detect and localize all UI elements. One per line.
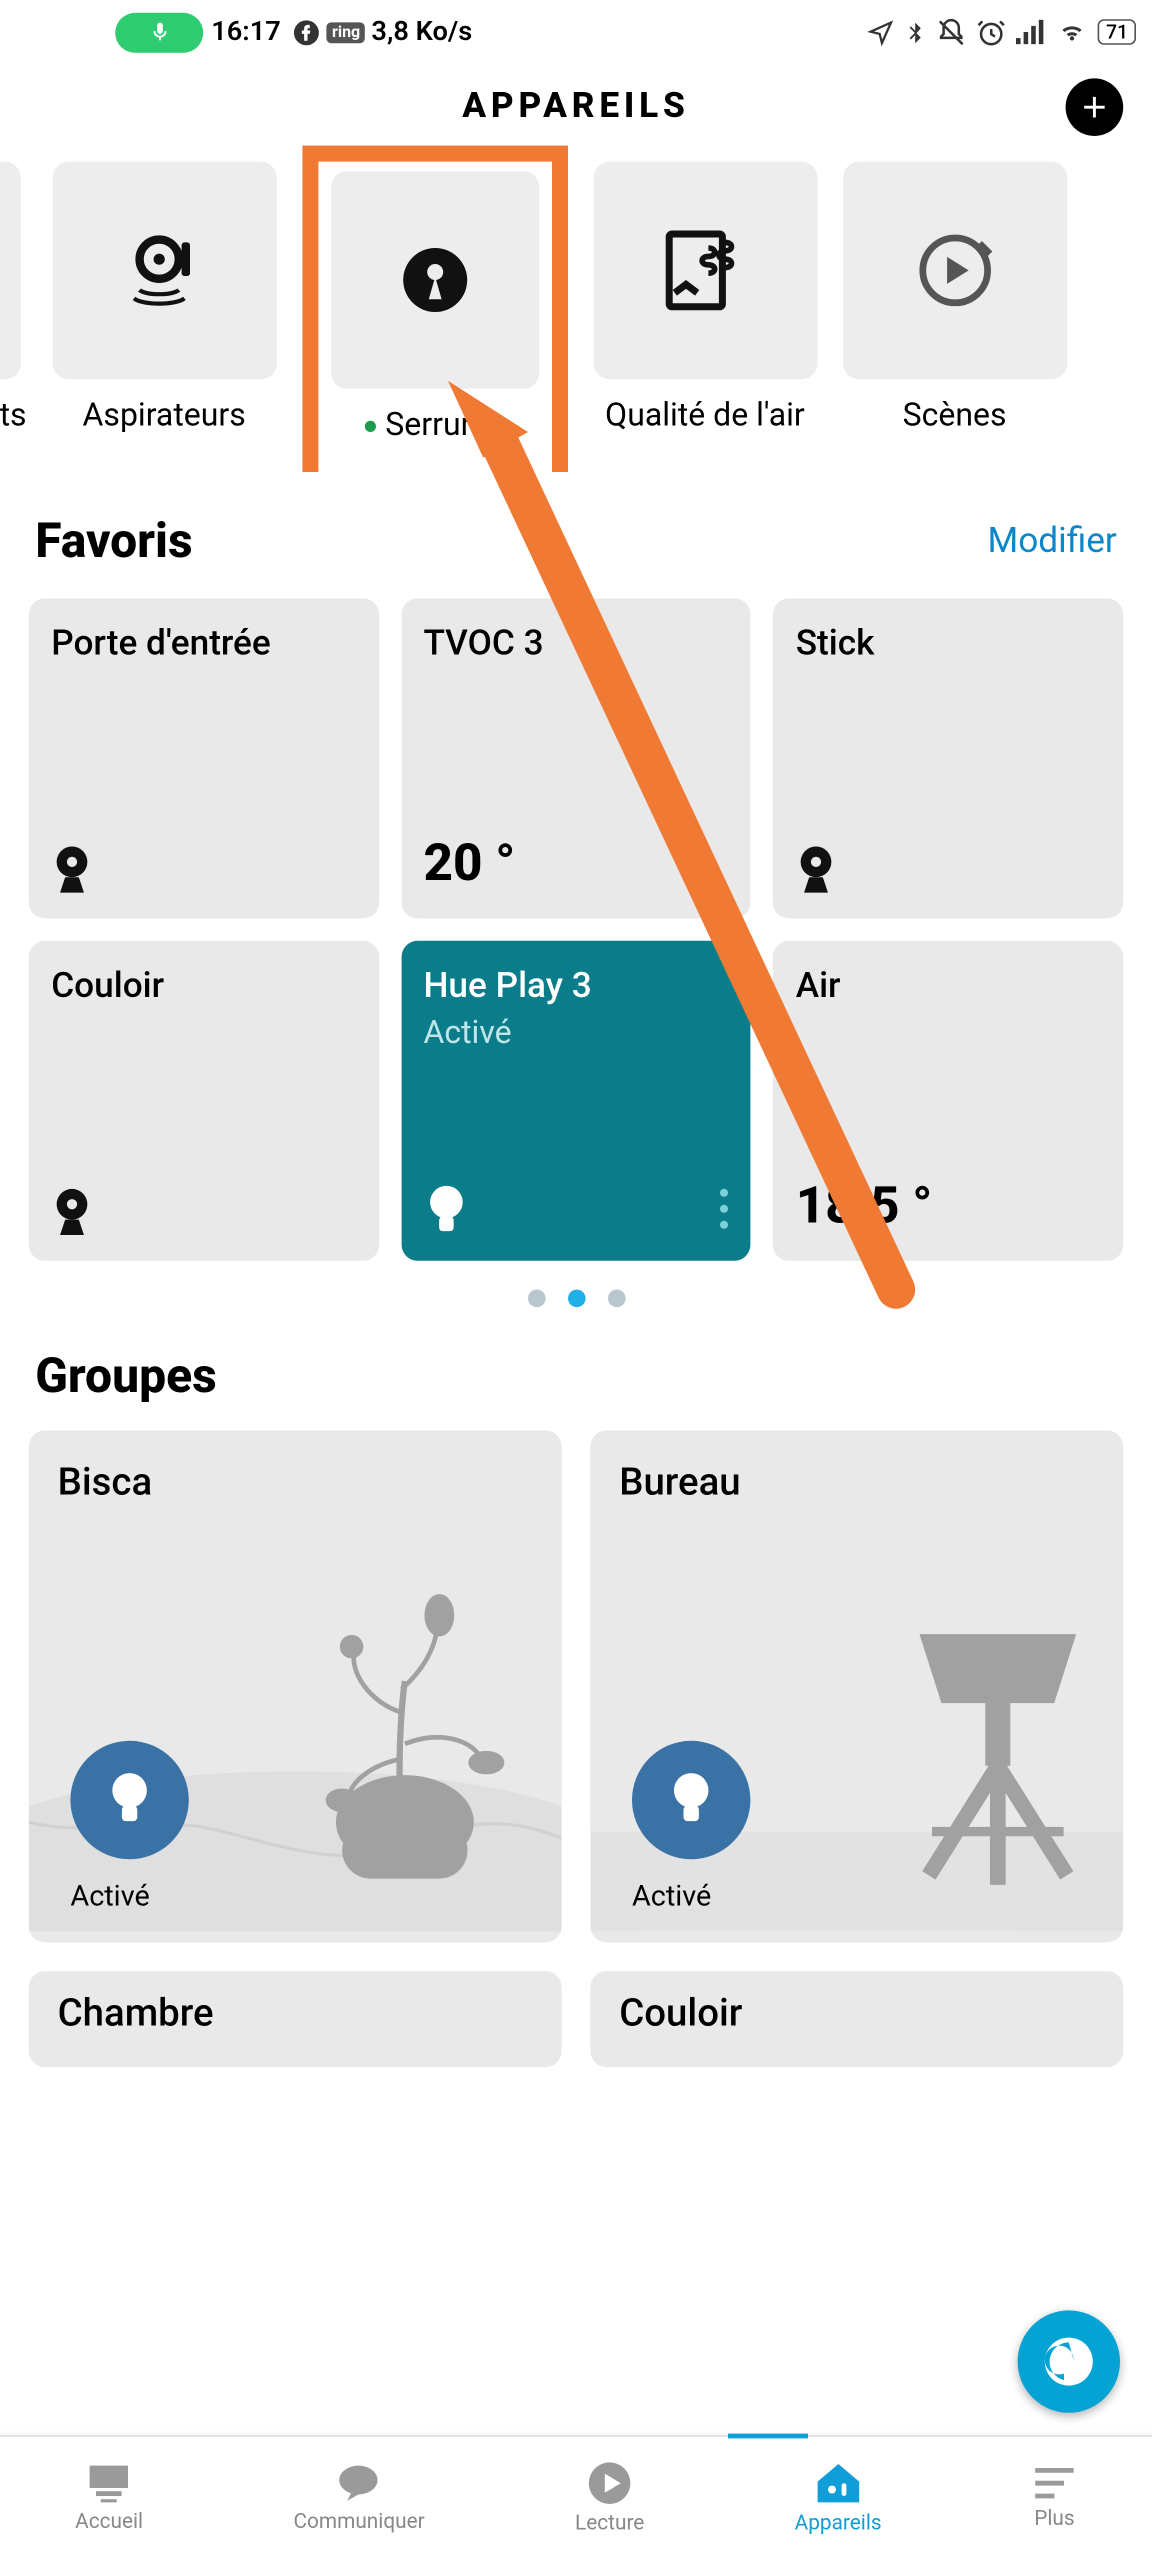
bottom-nav: Accueil Communiquer Lecture Appareils Pl…	[0, 2435, 1152, 2560]
home-icon	[87, 2462, 132, 2504]
camera-icon	[51, 845, 93, 896]
status-bar: 16:17 ring 3,8 Ko/s 71	[0, 0, 1152, 64]
vacuum-icon	[119, 226, 209, 316]
favorite-tvoc3[interactable]: TVOC 3 20 °	[401, 598, 751, 918]
facebook-icon	[294, 18, 321, 45]
category-thermostats[interactable]: stats	[0, 162, 27, 456]
groups-title: Groupes	[35, 1349, 217, 1405]
group-light-toggle[interactable]	[70, 1741, 188, 1859]
scenes-icon	[911, 227, 997, 313]
alexa-icon	[1040, 2333, 1098, 2391]
edit-favorites-link[interactable]: Modifier	[987, 522, 1116, 562]
bulb-icon	[106, 1771, 154, 1829]
group-bureau[interactable]: Bureau Activé	[590, 1430, 1123, 1942]
net-speed: 3,8 Ko/s	[371, 16, 472, 48]
lamp-decor-icon	[590, 1430, 1123, 1931]
group-bisca[interactable]: Bisca Activé	[29, 1430, 562, 1942]
signal-icon	[1017, 19, 1047, 45]
favorite-couloir[interactable]: Couloir	[29, 941, 379, 1261]
group-couloir[interactable]: Couloir	[590, 1971, 1123, 2067]
nav-active-indicator	[728, 2434, 808, 2439]
bulb-icon	[667, 1771, 715, 1829]
favorites-grid: Porte d'entrée TVOC 3 20 ° Stick Couloir…	[0, 582, 1152, 1270]
favorites-title: Favoris	[35, 514, 192, 570]
vibrate-icon	[937, 17, 967, 47]
ring-icon: ring	[327, 22, 365, 43]
favorite-porte-entree[interactable]: Porte d'entrée	[29, 598, 379, 918]
play-icon	[587, 2461, 632, 2506]
nav-play[interactable]: Lecture	[575, 2461, 644, 2536]
wifi-icon	[1057, 19, 1089, 45]
nav-more[interactable]: Plus	[1032, 2466, 1077, 2532]
favorite-stick[interactable]: Stick	[773, 598, 1123, 918]
clock: 16:17	[211, 16, 281, 48]
category-air-quality[interactable]: Qualité de l'air	[593, 162, 817, 456]
alarm-icon	[977, 17, 1007, 47]
air-quality-icon	[660, 226, 750, 316]
camera-icon	[796, 845, 838, 896]
devices-icon	[814, 2461, 862, 2506]
favorite-air[interactable]: Air 18.5 °	[773, 941, 1123, 1261]
groups-grid: Bisca Activé Bureau	[0, 1418, 1152, 2080]
alexa-fab[interactable]	[1018, 2310, 1120, 2412]
groups-header: Groupes	[0, 1320, 1152, 1418]
nav-devices[interactable]: Appareils	[795, 2461, 882, 2536]
chat-icon	[337, 2462, 382, 2504]
page-title: APPAREILS	[462, 86, 689, 126]
location-icon	[868, 18, 895, 45]
favorites-pager[interactable]	[0, 1270, 1152, 1320]
more-icon[interactable]	[721, 1189, 729, 1229]
category-scenes[interactable]: Scènes	[843, 162, 1067, 456]
favorite-hue-play-3[interactable]: Hue Play 3 Activé	[401, 941, 751, 1261]
bulb-icon	[423, 1184, 468, 1238]
app-header: APPAREILS	[0, 64, 1152, 142]
nav-home[interactable]: Accueil	[75, 2462, 143, 2534]
nav-communicate[interactable]: Communiquer	[293, 2462, 424, 2534]
group-chambre[interactable]: Chambre	[29, 1971, 562, 2067]
add-device-button[interactable]	[1066, 78, 1124, 136]
battery-indicator: 71	[1098, 19, 1136, 45]
favorites-header: Favoris Modifier	[0, 472, 1152, 582]
category-scroller[interactable]: stats Aspirateurs Serrures	[0, 142, 1152, 472]
plant-decor-icon	[29, 1430, 562, 1931]
bluetooth-icon	[905, 18, 927, 47]
camera-icon	[51, 1187, 93, 1238]
menu-icon	[1032, 2466, 1077, 2501]
lock-icon	[396, 242, 473, 319]
category-vacuums[interactable]: Aspirateurs	[52, 162, 276, 456]
mic-indicator	[115, 12, 203, 52]
category-locks-highlighted[interactable]: Serrures	[302, 146, 568, 472]
group-light-toggle[interactable]	[632, 1741, 750, 1859]
